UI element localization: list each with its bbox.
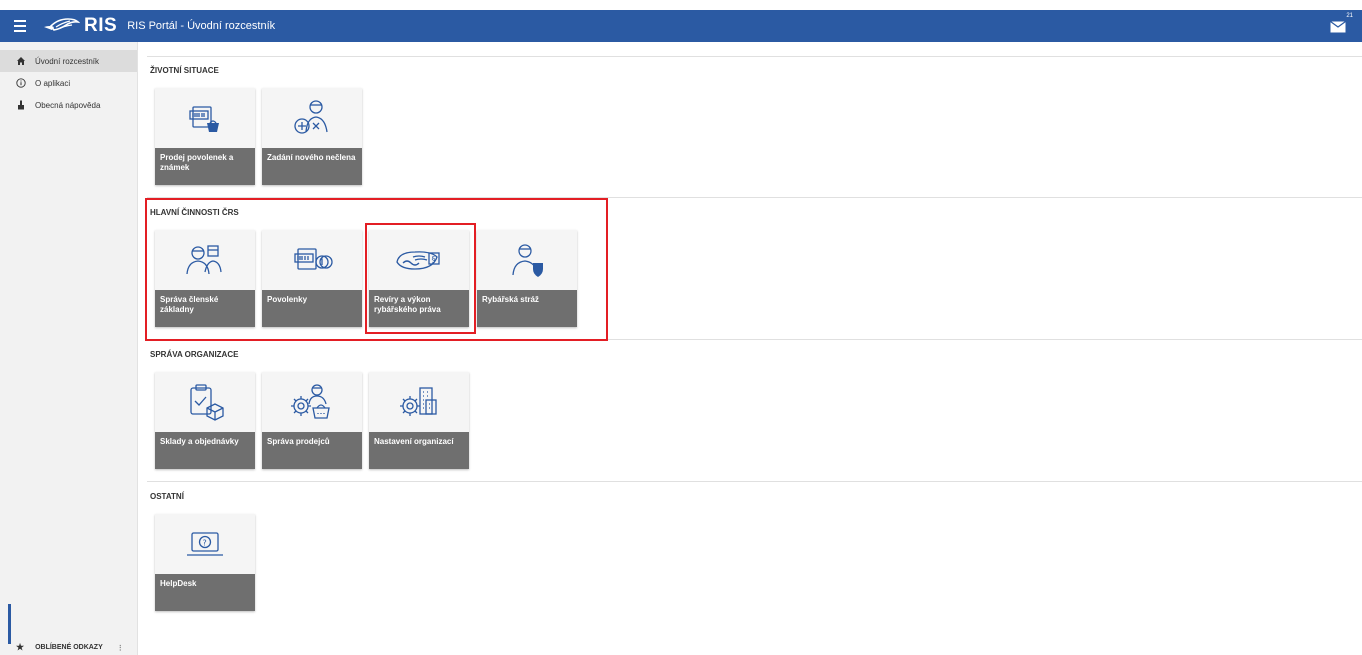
tile-label: Správa členské základny (155, 290, 255, 327)
tile-label: Povolenky (262, 290, 362, 327)
star-icon: ★ (16, 642, 25, 652)
sidebar-item-home[interactable]: Úvodní rozcestník (0, 50, 137, 72)
tile-label: Revíry a výkon rybářského práva (369, 290, 469, 327)
favorites-label: OBLÍBENÉ ODKAZY (35, 644, 103, 651)
app-logo[interactable]: RIS (42, 15, 117, 37)
favorites-bar[interactable]: ★ OBLÍBENÉ ODKAZY ⋮ (0, 640, 137, 655)
home-icon (16, 56, 26, 66)
members-icon (155, 230, 255, 290)
more-options-icon[interactable]: ⋮ (117, 644, 124, 652)
sellers-icon (262, 372, 362, 432)
org-settings-icon (369, 372, 469, 432)
help-hand-icon (16, 100, 26, 110)
section-divider (147, 339, 1362, 340)
permit-icon (262, 230, 362, 290)
fishing-ground-icon: § (369, 230, 469, 290)
top-gap (0, 0, 1362, 10)
logo-text: RIS (84, 15, 118, 36)
helpdesk-icon: ? (155, 514, 255, 574)
tile-sprava-prodejcu[interactable]: Správa prodejců (262, 372, 362, 469)
section-title: ŽIVOTNÍ SITUACE (150, 66, 219, 75)
tile-label: Zadání nového nečlena (262, 148, 362, 185)
app-header: RIS RIS Portál - Úvodní rozcestník 21 (0, 10, 1362, 42)
page-title: RIS Portál - Úvodní rozcestník (127, 20, 276, 32)
guard-icon (477, 230, 577, 290)
section-title: OSTATNÍ (150, 492, 184, 501)
tile-label: Správa prodejců (262, 432, 362, 469)
warehouse-icon (155, 372, 255, 432)
tile-label: Rybářská stráž (477, 290, 577, 327)
section-divider (147, 481, 1362, 482)
sidebar-item-label: Obecná nápověda (35, 100, 101, 110)
sidebar-accent-bar (8, 604, 11, 644)
tile-label: Nastavení organizací (369, 432, 469, 469)
tile-povolenky[interactable]: Povolenky (262, 230, 362, 327)
main-content: ŽIVOTNÍ SITUACE Prodej povolenek a známe… (137, 42, 1362, 655)
tile-label: HelpDesk (155, 574, 255, 611)
sidebar-item-label: O aplikaci (35, 78, 71, 88)
section-divider (147, 197, 1362, 198)
mail-button[interactable]: 21 (1330, 13, 1353, 35)
sidebar: Úvodní rozcestník O aplikaci Obecná nápo… (0, 42, 138, 655)
tile-nastaveni-organizaci[interactable]: Nastavení organizací (369, 372, 469, 469)
tile-sprava-clenske-zakladny[interactable]: Správa členské základny (155, 230, 255, 327)
sidebar-item-label: Úvodní rozcestník (35, 56, 100, 66)
logo-emblem-icon (44, 18, 80, 31)
menu-icon[interactable] (14, 17, 32, 35)
section-title: HLAVNÍ ČINNOSTI ČRS (150, 208, 239, 217)
add-person-icon (262, 88, 362, 148)
section-divider (147, 56, 1362, 57)
section-title: SPRÁVA ORGANIZACE (150, 350, 239, 359)
tile-helpdesk[interactable]: ? HelpDesk (155, 514, 255, 611)
svg-text:§: § (432, 255, 436, 264)
mail-count-badge: 21 (1346, 13, 1353, 19)
svg-text:?: ? (203, 539, 207, 548)
sidebar-item-help[interactable]: Obecná nápověda (0, 94, 137, 116)
sidebar-item-about[interactable]: O aplikaci (0, 72, 137, 94)
tile-sklady-objednavky[interactable]: Sklady a objednávky (155, 372, 255, 469)
tile-prodej-povolenek[interactable]: Prodej povolenek a známek (155, 88, 255, 185)
mail-icon (1330, 21, 1346, 33)
tile-zadani-necleena[interactable]: Zadání nového nečlena (262, 88, 362, 185)
permit-shop-icon (155, 88, 255, 148)
info-icon (16, 78, 26, 88)
tile-rybarska-straz[interactable]: Rybářská stráž (477, 230, 577, 327)
tile-label: Prodej povolenek a známek (155, 148, 255, 185)
tile-label: Sklady a objednávky (155, 432, 255, 469)
tile-reviry[interactable]: § Revíry a výkon rybářského práva (369, 230, 469, 327)
